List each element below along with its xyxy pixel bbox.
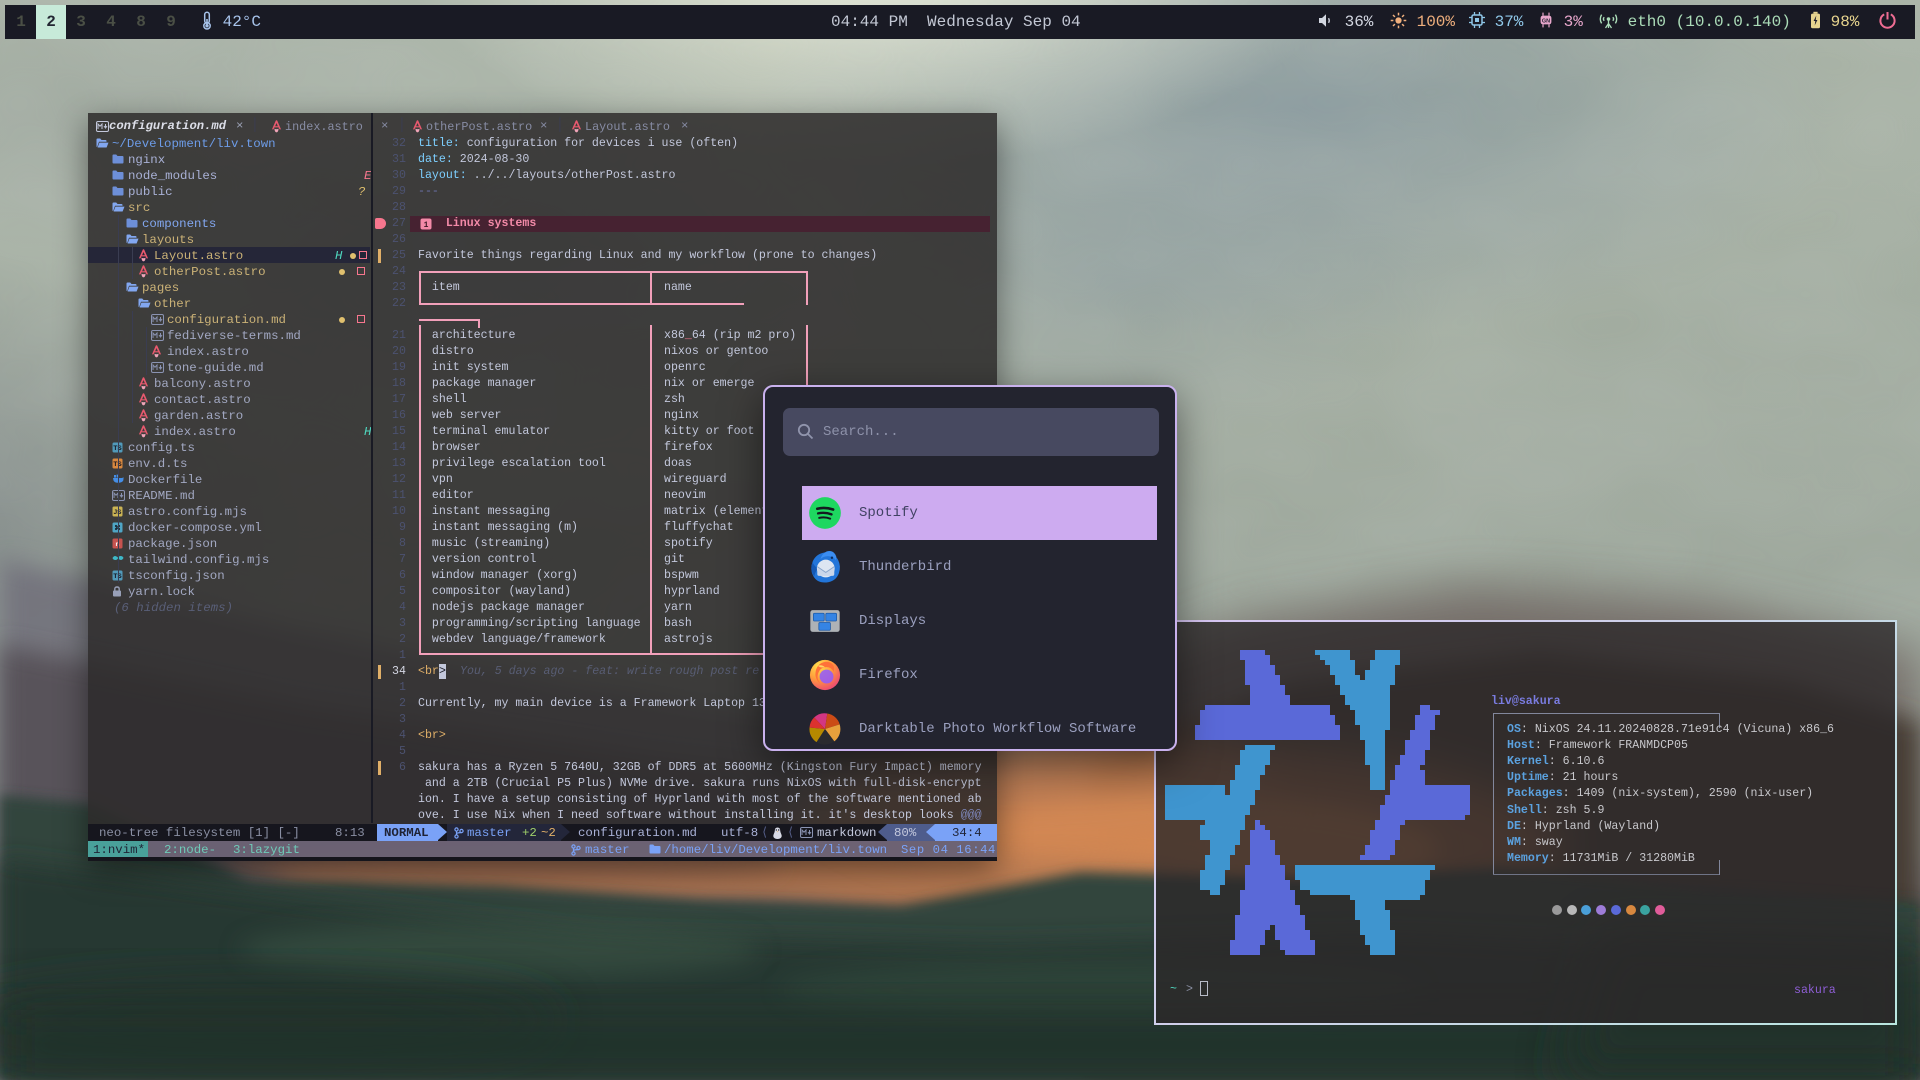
svg-text:GN: GN xyxy=(1542,18,1550,24)
